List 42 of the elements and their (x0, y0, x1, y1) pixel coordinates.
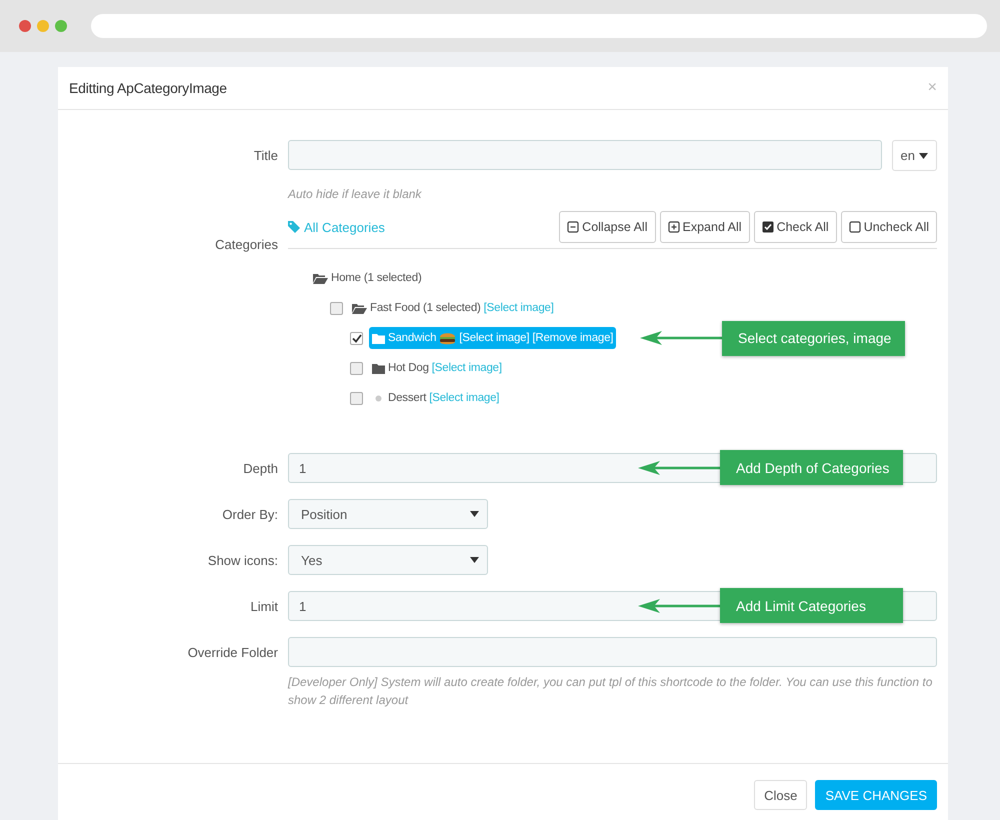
tree-item-label[interactable]: Dessert (388, 392, 426, 404)
tag-icon (288, 221, 300, 233)
tree-item-label[interactable]: Home (1 selected) (331, 272, 422, 284)
close-button[interactable]: Close (754, 780, 808, 810)
tree-item-label[interactable]: Fast Food (1 selected) (370, 302, 481, 314)
tree-action-button[interactable]: Check All (754, 211, 837, 243)
field-label: Show icons: (206, 552, 278, 570)
help-text: Auto hide if leave it blank (288, 186, 423, 203)
window-close-dot[interactable] (19, 20, 31, 32)
help-text: [Developer Only] System will auto create folder, you can put tpl of this shortcode to the folder. You can use this function to show 2 different layout (288, 674, 934, 709)
checkbox[interactable] (330, 302, 343, 314)
plus-square-icon (668, 221, 680, 233)
text-input[interactable] (288, 637, 937, 667)
callout-tooltip: Add Limit Categories (720, 588, 903, 623)
window-maximize-dot[interactable] (55, 20, 67, 32)
minus-square-icon (567, 221, 580, 233)
field-label: Limit (250, 598, 278, 616)
tree-item-label[interactable]: Hot Dog (388, 362, 429, 374)
caret-icon (470, 511, 479, 517)
empty-square-icon (848, 221, 861, 233)
select-dropdown[interactable]: Position (288, 499, 488, 529)
tree-action-button[interactable]: Expand All (660, 211, 750, 243)
field-label: Categories (214, 236, 278, 254)
tree-action-button[interactable]: Uncheck All (840, 211, 937, 243)
field-label: Depth (242, 460, 278, 478)
caret-icon (470, 557, 479, 563)
checkbox[interactable] (350, 392, 363, 404)
language-dropdown[interactable]: en (892, 140, 937, 171)
title-input[interactable] (288, 140, 882, 170)
modal-title: Editting ApCategoryImage (69, 80, 227, 96)
checkbox[interactable] (350, 332, 363, 344)
window-minimize-dot[interactable] (37, 20, 49, 32)
callout-tooltip: Add Depth of Categories (720, 450, 903, 485)
checkbox[interactable] (350, 362, 363, 374)
checked-square-icon (762, 221, 774, 233)
callout-tooltip: Select categories, image (722, 320, 905, 356)
caret-icon (919, 152, 928, 158)
field-label: Title (252, 147, 278, 165)
field-label: Override Folder (186, 644, 278, 662)
select-dropdown[interactable]: Yes (288, 545, 488, 575)
tree-action-button[interactable]: Collapse All (559, 211, 656, 243)
field-label: Order By: (221, 506, 278, 524)
